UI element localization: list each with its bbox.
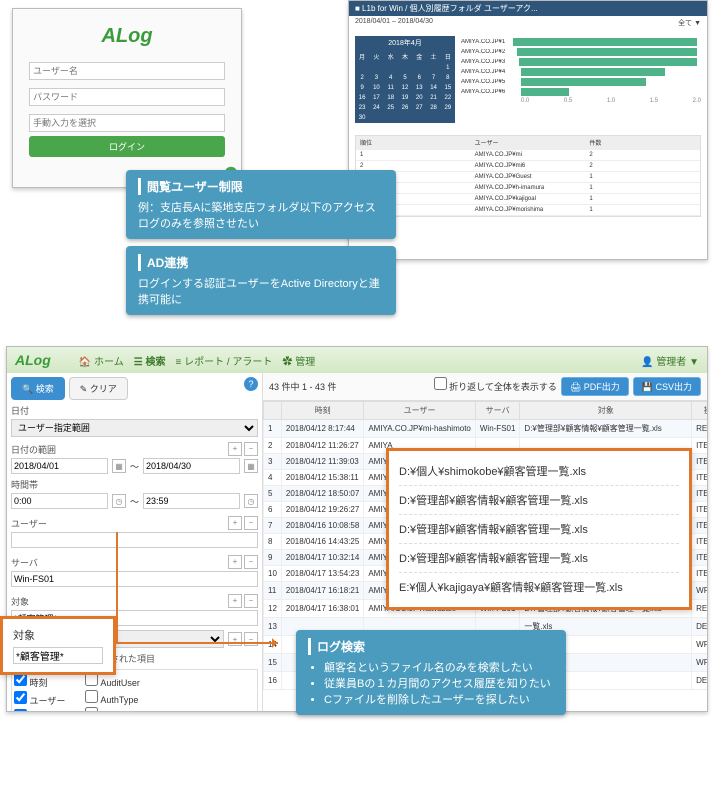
report-titlebar: ■ L1b for Win / 個人別履歴フォルダ ユーザーアク...: [349, 1, 707, 16]
date-to-input[interactable]: [143, 458, 240, 474]
login-button[interactable]: ログイン: [29, 136, 225, 157]
date-plus[interactable]: +: [228, 442, 242, 456]
clock-icon-2[interactable]: ◷: [244, 494, 258, 508]
list-item: 従業員Bの１カ月間のアクセス履歴を知りたい: [324, 675, 554, 691]
range-sep: 〜: [130, 460, 139, 473]
clock-icon[interactable]: ◷: [112, 494, 126, 508]
nav-search[interactable]: ☰ 検索: [134, 353, 166, 368]
password-input[interactable]: [29, 88, 225, 106]
server-input[interactable]: [11, 571, 258, 587]
table-row[interactable]: 12018/04/12 8:17:44AMIYA.CO.JP¥mi-hashim…: [264, 420, 708, 438]
topbar: ALog 🏠 ホーム ☰ 検索 ≡ レポート / アラート ✿ 管理 👤 管理者…: [7, 347, 707, 373]
server-minus[interactable]: −: [244, 555, 258, 569]
date-from-input[interactable]: [11, 458, 108, 474]
path-item: E:¥個人¥kajigaya¥顧客情報¥顧客管理一覧.xls: [399, 573, 679, 601]
path-item: D:¥管理部¥顧客情報¥顧客管理一覧.xls: [399, 544, 679, 573]
date-mode-select[interactable]: ユーザー指定範囲: [11, 419, 258, 437]
options-tree[interactable]: 時刻 ユーザー サーバ 対象 操作 AuditUser AuthType Cha…: [11, 669, 258, 711]
help-icon[interactable]: ?: [244, 377, 258, 391]
username-input[interactable]: [29, 62, 225, 80]
nav-home[interactable]: 🏠 ホーム: [79, 353, 124, 368]
server-plus[interactable]: +: [228, 555, 242, 569]
label-date: 日付: [11, 404, 258, 417]
time-to-input[interactable]: [143, 493, 240, 509]
path-item: D:¥個人¥shimokobe¥顧客管理一覧.xls: [399, 457, 679, 486]
target-zoom-input[interactable]: [13, 647, 103, 664]
arrow-icon: [116, 642, 278, 644]
callout-user-restriction: 閲覧ユーザー制限 例：支店長Aに築地支店フォルダ以下のアクセスログのみを参照させ…: [126, 170, 396, 239]
tab-search[interactable]: 🔍 検索: [11, 377, 65, 400]
admin-menu[interactable]: 👤 管理者 ▼: [641, 353, 699, 368]
path-item: D:¥管理部¥顧客情報¥顧客管理一覧.xls: [399, 515, 679, 544]
label-time: 時間帯: [11, 478, 258, 491]
report-range: 2018/04/01 – 2018/04/30: [355, 18, 433, 28]
user-minus[interactable]: −: [244, 516, 258, 530]
label-date-range: 日付の範囲: [11, 443, 224, 456]
path-item: D:¥管理部¥顧客情報¥顧客管理一覧.xls: [399, 486, 679, 515]
target-minus[interactable]: −: [244, 594, 258, 608]
callout-ad-link: AD連携 ログインする認証ユーザーをActive Directoryと連携可能に: [126, 246, 396, 315]
wrap-checkbox[interactable]: 折り返して全体を表示する: [434, 377, 557, 396]
user-input[interactable]: [11, 532, 258, 548]
target-zoom: 対象: [0, 616, 116, 675]
time-from-input[interactable]: [11, 493, 108, 509]
calendar[interactable]: 2018年4月 月火水木金土日1234567891011121314151617…: [355, 36, 455, 123]
logo: ALog: [29, 25, 225, 48]
tab-clear[interactable]: ✎ クリア: [69, 377, 128, 400]
bar-chart: AMIYA.CO.JP¥1AMIYA.CO.JP¥2AMIYA.CO.JP¥3A…: [461, 36, 701, 123]
login-window: ALog ログイン: [12, 8, 242, 188]
user-plus[interactable]: +: [228, 516, 242, 530]
list-item: 顧客名というファイル名のみを検索したい: [324, 659, 554, 675]
date-minus[interactable]: −: [244, 442, 258, 456]
calendar-icon-2[interactable]: ▦: [244, 459, 258, 473]
nav-settings[interactable]: ✿ 管理: [282, 353, 315, 368]
callout-log-search: ログ検索 顧客名というファイル名のみを検索したい従業員Bの１カ月間のアクセス履歴…: [296, 630, 566, 715]
report-window: ■ L1b for Win / 個人別履歴フォルダ ユーザーアク... 2018…: [348, 0, 708, 260]
result-count: 43 件中 1 - 43 件: [269, 380, 337, 393]
nav-report[interactable]: ≡ レポート / アラート: [175, 353, 272, 368]
calendar-icon[interactable]: ▦: [112, 459, 126, 473]
target-plus[interactable]: +: [228, 594, 242, 608]
pdf-button[interactable]: 🖨 PDF出力: [561, 377, 629, 396]
ranking-table: 順位ユーザー件数1AMIYA.CO.JP¥mi22AMIYA.CO.JP¥mi6…: [355, 135, 701, 217]
paths-zoom: D:¥個人¥shimokobe¥顧客管理一覧.xlsD:¥管理部¥顧客情報¥顧客…: [386, 448, 692, 610]
label-user: ユーザー: [11, 517, 224, 530]
logo-small: ALog: [15, 352, 51, 368]
list-item: Cファイルを削除したユーザーを探したい: [324, 691, 554, 707]
csv-button[interactable]: 💾 CSV出力: [633, 377, 701, 396]
db-select[interactable]: [29, 114, 225, 132]
report-filter-all[interactable]: 全て ▼: [678, 18, 701, 28]
